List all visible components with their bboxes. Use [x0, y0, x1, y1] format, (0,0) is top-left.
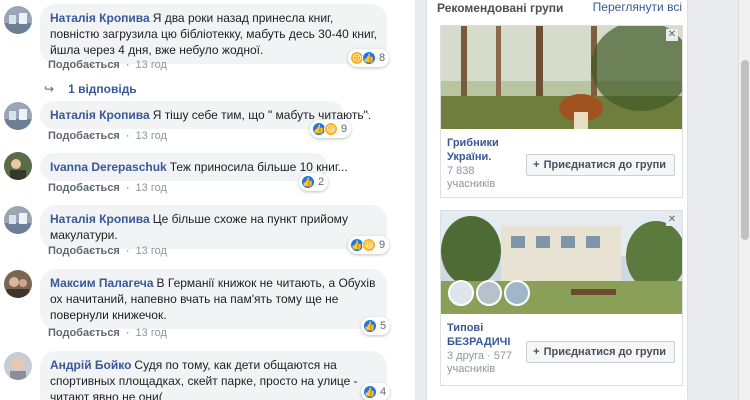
close-icon[interactable]: ✕: [666, 29, 678, 41]
plus-icon: +: [533, 159, 540, 171]
comment-author[interactable]: Андрій Бойко: [50, 358, 131, 372]
join-group-button[interactable]: + Приєднатися до групи: [526, 154, 675, 176]
reaction-summary[interactable]: 👍 4: [361, 383, 391, 400]
group-name[interactable]: Грибники України.: [447, 136, 527, 164]
comment-actions: Подобається · 13 год: [48, 182, 167, 194]
reaction-summary[interactable]: 👍 😆 9: [310, 120, 352, 138]
avatar[interactable]: [4, 152, 32, 180]
reply-arrow-icon: ↪: [44, 82, 55, 96]
like-button[interactable]: Подобається: [48, 59, 120, 71]
scrollbar[interactable]: [738, 0, 750, 400]
reaction-summary[interactable]: 👍 2: [299, 173, 329, 191]
comment-bubble: Андрій Бойко Судя по тому, как дети общаю…: [40, 351, 387, 400]
like-reaction-icon: 👍: [362, 51, 376, 65]
view-replies-link[interactable]: ↪ 1 відповідь: [44, 82, 137, 96]
comment-author[interactable]: Наталія Кропива: [50, 108, 150, 122]
group-cover-image[interactable]: [441, 26, 682, 129]
timestamp[interactable]: 13 год: [136, 182, 167, 194]
join-group-button[interactable]: + Приєднатися до групи: [526, 341, 675, 363]
comment-author[interactable]: Ivanna Derepaschuk: [50, 160, 167, 174]
plus-icon: +: [533, 346, 540, 358]
comment-author[interactable]: Наталія Кропива: [50, 11, 150, 25]
like-button[interactable]: Подобається: [48, 327, 120, 339]
more-options-icon[interactable]: ···: [356, 106, 371, 120]
reaction-summary[interactable]: ☹ 👍 8: [348, 49, 390, 67]
comment-author[interactable]: Наталія Кропива: [50, 212, 150, 226]
comment-actions: Подобається · 13 год: [48, 327, 167, 339]
comment-text: Теж приносила більше 10 книг...: [169, 160, 348, 174]
comment-bubble: Наталія Кропива Я два роки назад принесла…: [40, 4, 387, 64]
group-name[interactable]: Типові БЕЗРАДИЧІ: [447, 321, 527, 349]
like-button[interactable]: Подобається: [48, 182, 120, 194]
comment-actions: Подобається · 13 год: [48, 59, 167, 71]
like-reaction-icon: 👍: [301, 175, 315, 189]
recommended-groups-header: Рекомендовані групи Переглянути всі: [426, 0, 688, 16]
comment-actions: Подобається · 13 год: [48, 130, 167, 142]
group-card: ✕ Грибники України. 7 838 учасників + При…: [440, 25, 683, 198]
close-icon[interactable]: ✕: [666, 214, 678, 226]
comment-bubble: Наталія Кропива Це більше схоже на пункт …: [40, 205, 387, 249]
comments-feed: Наталія Кропива Я два роки назад принесла…: [0, 0, 415, 400]
group-members: 7 838 учасників: [447, 165, 496, 190]
like-button[interactable]: Подобається: [48, 130, 120, 142]
avatar[interactable]: [4, 206, 32, 234]
timestamp[interactable]: 13 год: [136, 327, 167, 339]
avatar[interactable]: [4, 6, 32, 34]
comment-bubble: Максим Палагеча В Германії книжок не чита…: [40, 269, 387, 329]
group-members: 3 друга · 577 учасників: [447, 350, 513, 375]
section-title: Рекомендовані групи: [437, 1, 564, 15]
see-all-link[interactable]: Переглянути всі: [593, 0, 682, 14]
group-card: ✕ Типові БЕЗРАДИЧІ 3 друга · 577 учасник…: [440, 210, 683, 386]
avatar[interactable]: [4, 270, 32, 298]
like-reaction-icon: 👍: [363, 385, 377, 399]
comment-bubble: Ivanna Derepaschuk Теж приносила більше 1…: [40, 153, 348, 181]
timestamp[interactable]: 13 год: [136, 130, 167, 142]
group-cover-image[interactable]: [441, 211, 682, 314]
like-reaction-icon: 👍: [363, 319, 377, 333]
avatar[interactable]: [4, 102, 32, 130]
timestamp[interactable]: 13 год: [136, 59, 167, 71]
timestamp[interactable]: 13 год: [136, 245, 167, 257]
haha-reaction-icon: 😆: [362, 238, 376, 252]
reaction-summary[interactable]: 👍 😆 9: [348, 236, 390, 254]
haha-reaction-icon: 😆: [324, 122, 338, 136]
reaction-summary[interactable]: 👍 5: [361, 317, 391, 335]
like-button[interactable]: Подобається: [48, 245, 120, 257]
comment-actions: Подобається · 13 год: [48, 245, 167, 257]
scrollbar-thumb[interactable]: [741, 60, 749, 240]
avatar[interactable]: [4, 352, 32, 380]
comment-author[interactable]: Максим Палагеча: [50, 276, 154, 290]
comment-bubble: Наталія Кропива Я тішу себе тим, що " маб…: [40, 101, 371, 129]
